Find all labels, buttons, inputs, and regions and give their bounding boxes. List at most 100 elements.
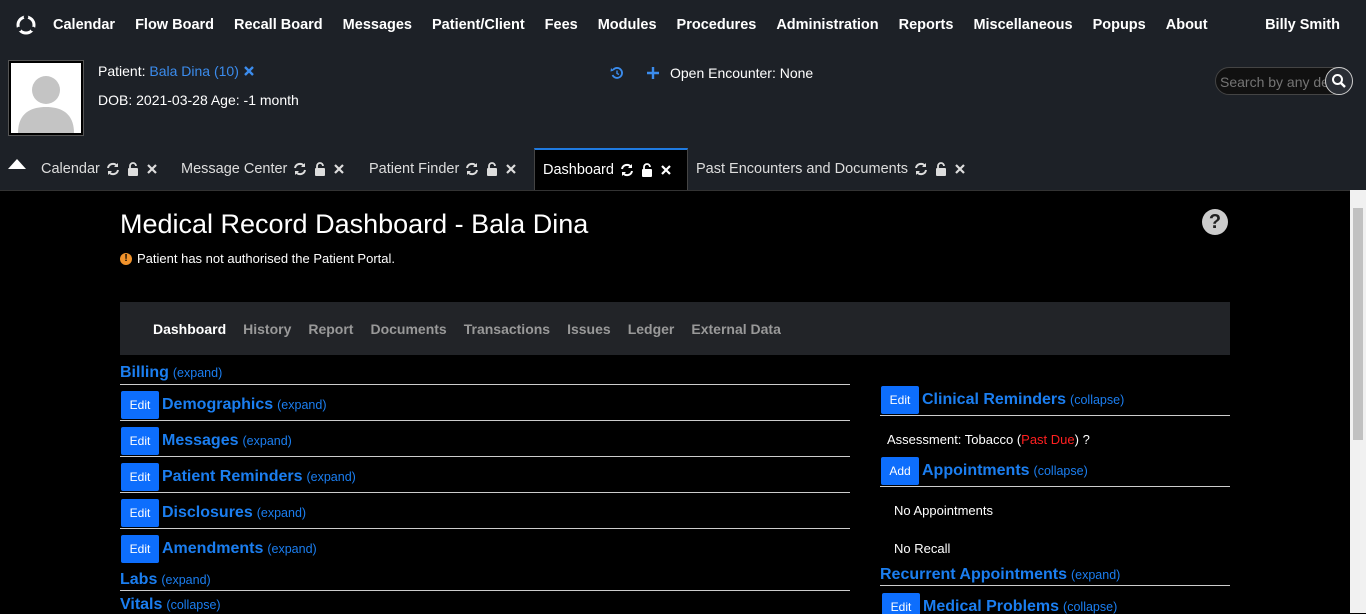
- divider: [880, 415, 1230, 416]
- no-appointments-text: No Appointments: [894, 503, 994, 518]
- subnav-issues[interactable]: Issues: [567, 321, 611, 337]
- section-disclosures-toggle[interactable]: (expand): [257, 506, 306, 520]
- section-medical-problems-title[interactable]: Medical Problems: [923, 598, 1059, 614]
- section-messages-title[interactable]: Messages: [162, 432, 239, 450]
- divider: [880, 585, 1230, 586]
- tab-patient-finder-label: Patient Finder: [369, 161, 460, 177]
- nav-fees[interactable]: Fees: [545, 17, 578, 33]
- refresh-icon[interactable]: [465, 162, 479, 176]
- nav-procedures[interactable]: Procedures: [677, 17, 757, 33]
- close-patient-icon[interactable]: [243, 65, 255, 77]
- subnav-report[interactable]: Report: [308, 321, 353, 337]
- unlock-icon[interactable]: [640, 163, 654, 177]
- nav-miscellaneous[interactable]: Miscellaneous: [973, 17, 1072, 33]
- tab-past-encounters[interactable]: Past Encounters and Documents: [688, 148, 974, 190]
- disclosures-edit-button[interactable]: Edit: [121, 499, 159, 527]
- subnav-history[interactable]: History: [243, 321, 291, 337]
- section-demographics-title[interactable]: Demographics: [162, 396, 273, 414]
- close-icon[interactable]: [333, 163, 345, 175]
- subnav-external-data[interactable]: External Data: [691, 321, 780, 337]
- nav-popups[interactable]: Popups: [1093, 17, 1146, 33]
- nav-flow-board[interactable]: Flow Board: [135, 17, 214, 33]
- nav-about[interactable]: About: [1166, 17, 1208, 33]
- reminder-help[interactable]: ) ?: [1075, 432, 1090, 447]
- refresh-icon[interactable]: [293, 162, 307, 176]
- section-demographics-toggle[interactable]: (expand): [277, 398, 326, 412]
- section-appointments-toggle[interactable]: (collapse): [1034, 464, 1088, 478]
- patient-reminders-edit-button[interactable]: Edit: [121, 463, 159, 491]
- close-icon[interactable]: [660, 164, 672, 176]
- nav-administration[interactable]: Administration: [776, 17, 878, 33]
- divider: [120, 384, 850, 385]
- new-encounter-plus-icon[interactable]: [646, 66, 660, 80]
- tab-patient-finder[interactable]: Patient Finder: [361, 148, 525, 190]
- medical-problems-edit-button[interactable]: Edit: [882, 593, 920, 614]
- history-icon[interactable]: [610, 66, 624, 80]
- section-vitals-title[interactable]: Vitals: [120, 596, 162, 614]
- unlock-icon[interactable]: [126, 162, 140, 176]
- open-encounter-label: Open Encounter: None: [670, 65, 814, 81]
- unlock-icon[interactable]: [485, 162, 499, 176]
- close-icon[interactable]: [146, 163, 158, 175]
- tab-dashboard[interactable]: Dashboard: [534, 148, 688, 190]
- nav-patient-client[interactable]: Patient/Client: [432, 17, 525, 33]
- subnav-ledger[interactable]: Ledger: [628, 321, 675, 337]
- section-billing: Billing (expand): [120, 364, 222, 382]
- refresh-icon[interactable]: [620, 163, 634, 177]
- nav-messages[interactable]: Messages: [343, 17, 412, 33]
- scrollbar-thumb[interactable]: [1353, 208, 1363, 440]
- help-icon[interactable]: ?: [1202, 209, 1228, 235]
- amendments-edit-button[interactable]: Edit: [121, 535, 159, 563]
- section-patient-reminders-toggle[interactable]: (expand): [306, 470, 355, 484]
- section-billing-toggle[interactable]: (expand): [173, 366, 222, 380]
- divider: [120, 492, 850, 493]
- openemr-logo-icon[interactable]: [15, 14, 37, 36]
- section-vitals-toggle[interactable]: (collapse): [166, 598, 220, 612]
- user-menu[interactable]: Billy Smith: [1265, 17, 1340, 33]
- avatar-placeholder-icon: [11, 63, 81, 133]
- tab-calendar[interactable]: Calendar: [33, 148, 166, 190]
- section-billing-title[interactable]: Billing: [120, 364, 169, 382]
- patient-search-input[interactable]: [1218, 71, 1330, 93]
- patient-name-link[interactable]: Bala Dina (10): [149, 63, 239, 79]
- section-appointments-title[interactable]: Appointments: [922, 462, 1030, 480]
- nav-modules[interactable]: Modules: [598, 17, 657, 33]
- section-clinical-reminders-title[interactable]: Clinical Reminders: [922, 391, 1066, 409]
- section-labs-toggle[interactable]: (expand): [161, 573, 210, 587]
- vertical-scrollbar[interactable]: [1350, 190, 1366, 613]
- subnav-documents[interactable]: Documents: [370, 321, 446, 337]
- section-amendments-title[interactable]: Amendments: [162, 540, 263, 558]
- messages-edit-button[interactable]: Edit: [121, 427, 159, 455]
- section-disclosures-title[interactable]: Disclosures: [162, 504, 253, 522]
- unlock-icon[interactable]: [934, 162, 948, 176]
- subnav-transactions[interactable]: Transactions: [464, 321, 550, 337]
- section-amendments-toggle[interactable]: (expand): [267, 542, 316, 556]
- close-icon[interactable]: [505, 163, 517, 175]
- search-button[interactable]: [1325, 67, 1353, 95]
- tab-past-encounters-label: Past Encounters and Documents: [696, 161, 908, 177]
- section-clinical-reminders: Edit Clinical Reminders (collapse): [881, 386, 1124, 414]
- nav-recall-board[interactable]: Recall Board: [234, 17, 323, 33]
- section-recurrent-appointments-toggle[interactable]: (expand): [1071, 568, 1120, 582]
- clinical-reminders-edit-button[interactable]: Edit: [881, 386, 919, 414]
- section-clinical-reminders-toggle[interactable]: (collapse): [1070, 393, 1124, 407]
- section-messages-toggle[interactable]: (expand): [243, 434, 292, 448]
- nav-calendar[interactable]: Calendar: [53, 17, 115, 33]
- section-labs-title[interactable]: Labs: [120, 571, 157, 589]
- demographics-edit-button[interactable]: Edit: [121, 391, 159, 419]
- collapse-header-icon[interactable]: [8, 158, 26, 170]
- tab-bar: Calendar Message Center Patient Finder D…: [0, 148, 1366, 190]
- nav-reports[interactable]: Reports: [899, 17, 954, 33]
- refresh-icon[interactable]: [914, 162, 928, 176]
- section-recurrent-appointments-title[interactable]: Recurrent Appointments: [880, 566, 1067, 584]
- section-patient-reminders-title[interactable]: Patient Reminders: [162, 468, 302, 486]
- subnav-dashboard[interactable]: Dashboard: [153, 321, 226, 337]
- section-vitals: Vitals (collapse): [120, 596, 221, 614]
- appointments-add-button[interactable]: Add: [881, 457, 919, 485]
- refresh-icon[interactable]: [106, 162, 120, 176]
- tab-message-center[interactable]: Message Center: [173, 148, 353, 190]
- close-icon[interactable]: [954, 163, 966, 175]
- section-disclosures: Edit Disclosures (expand): [121, 499, 306, 527]
- unlock-icon[interactable]: [313, 162, 327, 176]
- section-medical-problems-toggle[interactable]: (collapse): [1063, 600, 1117, 614]
